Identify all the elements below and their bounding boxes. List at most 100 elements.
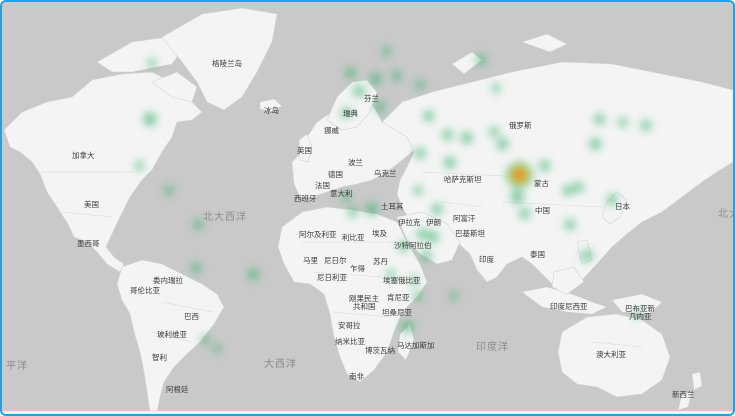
label-afghanistan: 阿富汗 [453, 213, 476, 223]
heat-spot-uk [342, 64, 359, 81]
world-heatmap-frame[interactable]: 北大西洋 北大 大西洋 印度洋 平洋 格陵兰岛 冰岛 加拿大 美国 墨西哥 委内… [0, 0, 735, 416]
heat-spot-madagascar [447, 289, 461, 303]
heat-spot-malaysia [562, 216, 578, 233]
label-spain: 西班牙 [294, 193, 317, 203]
heat-spot-mexico [132, 158, 147, 173]
label-egypt: 埃及 [372, 228, 387, 238]
heat-spot-pakistan [493, 135, 511, 153]
world-heatmap[interactable]: 北大西洋 北大 大西洋 印度洋 平洋 格陵兰岛 冰岛 加拿大 美国 墨西哥 委内… [2, 2, 733, 414]
label-bolivia: 玻利维亚 [157, 329, 187, 339]
label-mongolia: 蒙古 [534, 178, 549, 188]
label-new-zealand: 新西兰 [672, 389, 695, 399]
heat-spot-indonesia [578, 247, 596, 265]
label-ukraine: 乌克兰 [374, 168, 397, 178]
label-greenland: 格陵兰岛 [212, 58, 242, 68]
label-kazakhstan: 哈萨克斯坦 [444, 174, 482, 184]
label-russia: 俄罗斯 [509, 120, 532, 130]
label-sweden: 瑞典 [343, 108, 358, 118]
heat-spot-china-north [591, 111, 608, 128]
label-mali: 马里 [303, 256, 318, 265]
ocean-label-north-atlantic: 北大西洋 [203, 210, 247, 223]
heat-spot-bangladesh [536, 157, 553, 174]
label-uk: 英国 [297, 145, 312, 155]
heat-spot-poland [389, 68, 405, 84]
heat-spot-chile [198, 332, 212, 347]
label-chile: 智利 [152, 352, 167, 362]
label-india: 印度 [479, 254, 494, 264]
label-poland: 波兰 [348, 157, 363, 167]
label-turkey: 土耳其 [381, 201, 404, 211]
heat-spot-zimbabwe [410, 288, 426, 304]
label-png-2: 几内亚 [629, 311, 652, 321]
heat-spot-kazakhstan [489, 81, 503, 95]
heat-spot-saudi-arabia [441, 154, 459, 172]
label-ethiopia: 埃塞俄比亚 [383, 275, 421, 285]
label-kenya: 肯尼亚 [387, 292, 410, 302]
ocean-label-north-atlantic-right: 北大 [718, 207, 733, 220]
label-drc-2: 共和国 [353, 302, 376, 311]
heat-spot-china [586, 135, 604, 153]
label-angola: 安哥拉 [338, 320, 361, 330]
ocean-label-atlantic: 大西洋 [264, 357, 297, 370]
label-japan: 日本 [615, 201, 630, 211]
label-madagascar: 马达加斯加 [397, 340, 435, 350]
label-sudan: 苏丹 [373, 256, 388, 266]
label-tanzania: 坦桑尼亚 [382, 307, 412, 317]
heat-spot-iraq [439, 126, 456, 143]
label-namibia: 纳米比亚 [335, 336, 365, 346]
label-italy: 意大利 [330, 188, 353, 198]
label-iraq: 伊拉克 [398, 217, 421, 227]
heat-spot-germany [367, 70, 385, 88]
heat-spot-united-states [140, 109, 160, 129]
label-iran: 伊朗 [426, 217, 441, 227]
label-chad: 乍得 [350, 263, 365, 273]
label-venezuela: 委内瑞拉 [153, 275, 183, 285]
heat-spot-ghana [345, 204, 361, 220]
heat-spot-nigeria [362, 200, 381, 219]
label-saudi: 沙特阿拉伯 [394, 240, 432, 250]
heat-spot-central-america [161, 183, 177, 198]
heat-spot-sudan [411, 183, 425, 198]
label-nigeria: 尼日利亚 [317, 272, 347, 282]
label-brazil: 巴西 [184, 312, 199, 321]
label-colombia: 哥伦比亚 [130, 285, 160, 295]
label-niger: 尼日尔 [324, 255, 347, 265]
label-botswana: 博茨瓦纳 [365, 345, 395, 355]
heat-spot-south-africa [398, 317, 417, 336]
label-china: 中国 [535, 205, 550, 215]
label-canada: 加拿大 [72, 150, 95, 160]
label-australia: 澳大利亚 [596, 349, 626, 359]
label-mexico: 墨西哥 [77, 239, 100, 248]
heat-spot-iran [458, 129, 476, 147]
label-south-africa: 南非 [349, 371, 364, 381]
heat-spot-peru [188, 260, 205, 276]
heat-spot-japan [638, 117, 654, 134]
heat-spot-tanzania [418, 247, 435, 264]
label-france: 法国 [315, 180, 330, 190]
heat-spot-canada [145, 56, 159, 71]
label-germany: 德国 [328, 169, 343, 179]
heat-spot-brazil [245, 266, 262, 283]
label-thailand: 泰国 [530, 249, 545, 259]
heat-spot-ukraine [412, 77, 428, 93]
label-norway: 挪威 [324, 125, 339, 135]
heat-spot-ethiopia [429, 201, 445, 218]
label-algeria: 阿尔及利亚 [299, 229, 337, 239]
heat-spot-korea [615, 115, 630, 130]
label-indonesia: 印度尼西亚 [550, 301, 588, 311]
label-iceland: 冰岛 [264, 105, 279, 115]
heat-spot-argentina [210, 342, 224, 356]
heat-spot-india-south [507, 187, 527, 207]
label-pakistan: 巴基斯坦 [455, 228, 485, 238]
heat-spot-turkey [420, 108, 437, 125]
heat-spot-uganda [414, 225, 431, 242]
label-argentina: 阿根廷 [166, 384, 189, 394]
heat-spot-scandinavia [379, 44, 394, 58]
antarctica-edge [2, 410, 733, 414]
heat-spot-sri-lanka [516, 205, 533, 222]
ocean-label-indian: 印度洋 [476, 340, 509, 353]
label-usa: 美国 [84, 199, 99, 209]
label-libya: 利比亚 [342, 232, 365, 242]
heat-spot-egypt [412, 145, 429, 162]
heat-spot-india [504, 160, 535, 190]
